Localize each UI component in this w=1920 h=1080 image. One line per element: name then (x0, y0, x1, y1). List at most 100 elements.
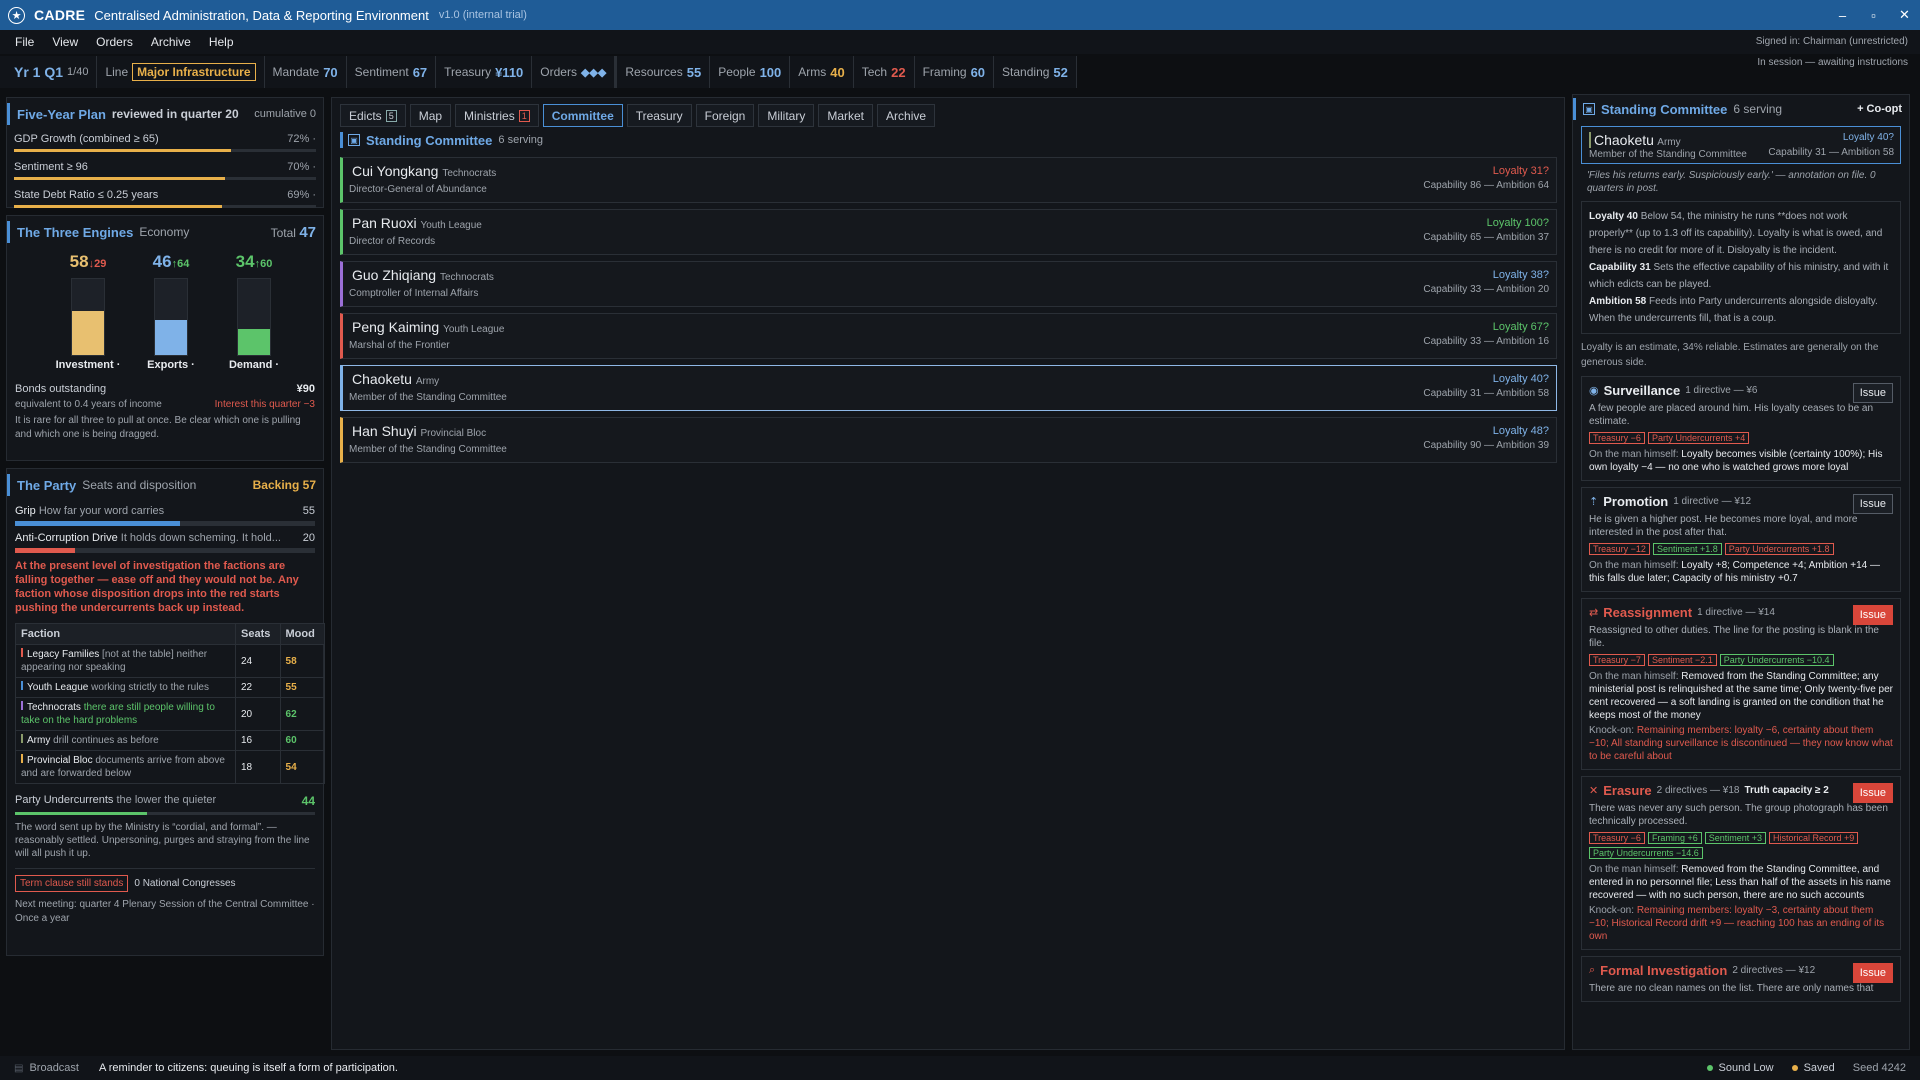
close-icon[interactable]: ✕ (1889, 0, 1920, 30)
directive-cost: 1 directive — ¥12 (1673, 496, 1752, 507)
detail-role: Member of the Standing Committee (1589, 149, 1747, 160)
member-role: Director-General of Abundance (349, 184, 487, 195)
detail-name: Chaoketu (1589, 132, 1654, 148)
tech-value: 22 (891, 64, 906, 80)
committee-member-card[interactable]: Guo Zhiqiang Technocrats Comptroller of I… (340, 261, 1557, 307)
issue-button[interactable]: Issue (1852, 783, 1893, 803)
sound-toggle[interactable]: Sound Low (1706, 1062, 1774, 1074)
menu-help[interactable]: Help (200, 35, 243, 49)
selected-member-card[interactable]: Chaoketu Army Loyalty 40? Member of the … (1581, 126, 1901, 164)
engine-bar-fill (72, 310, 104, 355)
directive-card: ◉ Surveillance 1 directive — ¥6 Issue A few … (1581, 376, 1901, 481)
issue-button[interactable]: Issue (1852, 605, 1893, 625)
mood-col-header: Mood (279, 623, 326, 645)
minimize-icon[interactable]: – (1827, 0, 1858, 30)
engine-column[interactable]: 46↑64 Exports · (136, 252, 206, 371)
capability-label: Capability 31 (1589, 262, 1651, 273)
issue-button[interactable]: Issue (1852, 963, 1893, 983)
arms-stat[interactable]: Arms 40 (790, 56, 854, 88)
effect-chip: Party Undercurrents −14.6 (1589, 847, 1703, 859)
effect-chip: Party Undercurrents +4 (1647, 432, 1750, 444)
acd-note: It holds down scheming. It hold... (120, 532, 281, 544)
faction-name: Technocrats (27, 702, 81, 713)
committee-member-card[interactable]: Han Shuyi Provincial Bloc Member of the S… (340, 417, 1557, 463)
saved-label: Saved (1803, 1062, 1835, 1074)
detail-loyalty: Loyalty 40? (1842, 132, 1894, 143)
committee-member-card[interactable]: Cui Yongkang Technocrats Director-General… (340, 157, 1557, 203)
acd-value: 20 (302, 532, 315, 544)
knock-on-text: Remaining members: loyalty −3, certainty… (1589, 905, 1885, 942)
faction-seats: 22 (235, 677, 281, 698)
saved-status: Saved (1791, 1062, 1835, 1074)
person-move-icon: ⇄ (1589, 607, 1599, 619)
menu-orders[interactable]: Orders (87, 35, 142, 49)
faction-note: drill continues as before (53, 735, 159, 746)
faction-row[interactable]: Provincial Bloc documents arrive from ab… (15, 750, 326, 784)
committee-icon: ▣ (1583, 103, 1595, 115)
period-stat: Yr 1 Q1 1/40 (6, 56, 98, 88)
faction-row[interactable]: Youth League working strictly to the rul… (15, 677, 326, 698)
committee-member-card[interactable]: Pan Ruoxi Youth League Director of Record… (340, 209, 1557, 255)
effect-chip: Party Undercurrents +1.8 (1724, 543, 1834, 555)
tab-market[interactable]: Market (818, 104, 874, 127)
directive-effect-self: On the man himself: Loyalty +8; Competen… (1589, 559, 1893, 585)
committee-member-card[interactable]: Chaoketu Army Member of the Standing Comm… (340, 365, 1557, 411)
engines-note: It is rare for all three to pull at once… (15, 415, 301, 440)
people-label: People (718, 65, 756, 79)
people-stat[interactable]: People 100 (710, 56, 791, 88)
tab-label: Foreign (704, 108, 746, 123)
committee-member-card[interactable]: Peng Kaiming Youth League Marshal of the … (340, 313, 1557, 359)
party-warning: At the present level of investigation th… (15, 560, 299, 614)
framing-stat[interactable]: Framing 60 (915, 56, 995, 88)
faction-mood: 60 (279, 730, 326, 751)
sentiment-stat[interactable]: Sentiment 67 (347, 56, 437, 88)
treasury-value: ¥110 (495, 64, 524, 80)
engine-column[interactable]: 58↓29 Investment · (53, 252, 123, 371)
effect-chips: Treasury −6 Party Undercurrents +4 (1589, 432, 1893, 444)
sentiment-label: Sentiment (354, 65, 409, 79)
tab-military[interactable]: Military (758, 104, 815, 127)
member-role: Marshal of the Frontier (349, 340, 450, 351)
mandate-stat[interactable]: Mandate 70 (265, 56, 347, 88)
directive-cost: 1 directive — ¥6 (1685, 385, 1758, 396)
orders-stat[interactable]: Orders ◆◆◆ (532, 56, 618, 88)
faction-row[interactable]: Army drill continues as before 16 60 (15, 730, 326, 751)
tab-label: Market (827, 108, 865, 123)
treasury-stat[interactable]: Treasury ¥110 (436, 56, 533, 88)
issue-button[interactable]: Issue (1852, 383, 1893, 403)
orders-label: Orders (540, 65, 577, 79)
detail-title: Standing Committee (1601, 101, 1728, 117)
directive-card: ⌕ Formal Investigation 2 directives — ¥12 I… (1581, 956, 1901, 1002)
member-role: Comptroller of Internal Affairs (349, 288, 479, 299)
issue-button[interactable]: Issue (1852, 494, 1893, 514)
plan-subtitle: reviewed in quarter 20 (111, 107, 239, 121)
effect-chips: Treasury −6 Framing +6 Sentiment +3 Histori… (1589, 832, 1893, 859)
resources-stat[interactable]: Resources 55 (617, 56, 711, 88)
committee-icon: ▣ (348, 134, 360, 146)
co-opt-button[interactable]: + Co-opt (1857, 103, 1902, 115)
ambition-label: Ambition 58 (1589, 296, 1647, 307)
menu-file[interactable]: File (6, 35, 43, 49)
tab-committee[interactable]: Committee (542, 104, 623, 127)
menu-view[interactable]: View (43, 35, 87, 49)
treasury-label: Treasury (444, 65, 492, 79)
tab-treasury[interactable]: Treasury (626, 104, 692, 127)
line-stat[interactable]: Line Major Infrastructure (97, 56, 265, 88)
tab-map[interactable]: Map (409, 104, 452, 127)
plan-header: Five-Year Plan reviewed in quarter 20 cu… (7, 103, 323, 125)
tab-foreign[interactable]: Foreign (695, 104, 755, 127)
engine-column[interactable]: 34↑60 Demand · (219, 252, 289, 371)
faction-mood: 55 (279, 677, 326, 698)
tech-stat[interactable]: Tech 22 (854, 56, 915, 88)
tab-edicts[interactable]: Edicts 5 (340, 104, 406, 127)
maximize-icon[interactable]: ▫ (1858, 0, 1889, 30)
three-engines-panel: The Three Engines Economy Total 47 58↓29… (6, 215, 324, 461)
tab-ministries[interactable]: Ministries 1 (455, 104, 539, 127)
standing-stat[interactable]: Standing 52 (994, 56, 1077, 88)
faction-row[interactable]: Technocrats there are still people willi… (15, 697, 326, 731)
faction-row[interactable]: Legacy Families [not at the table] neith… (15, 644, 326, 678)
tab-archive[interactable]: Archive (877, 104, 936, 127)
person-up-icon: ⇡ (1589, 496, 1599, 508)
eye-icon: ◉ (1589, 385, 1599, 397)
menu-archive[interactable]: Archive (142, 35, 200, 49)
